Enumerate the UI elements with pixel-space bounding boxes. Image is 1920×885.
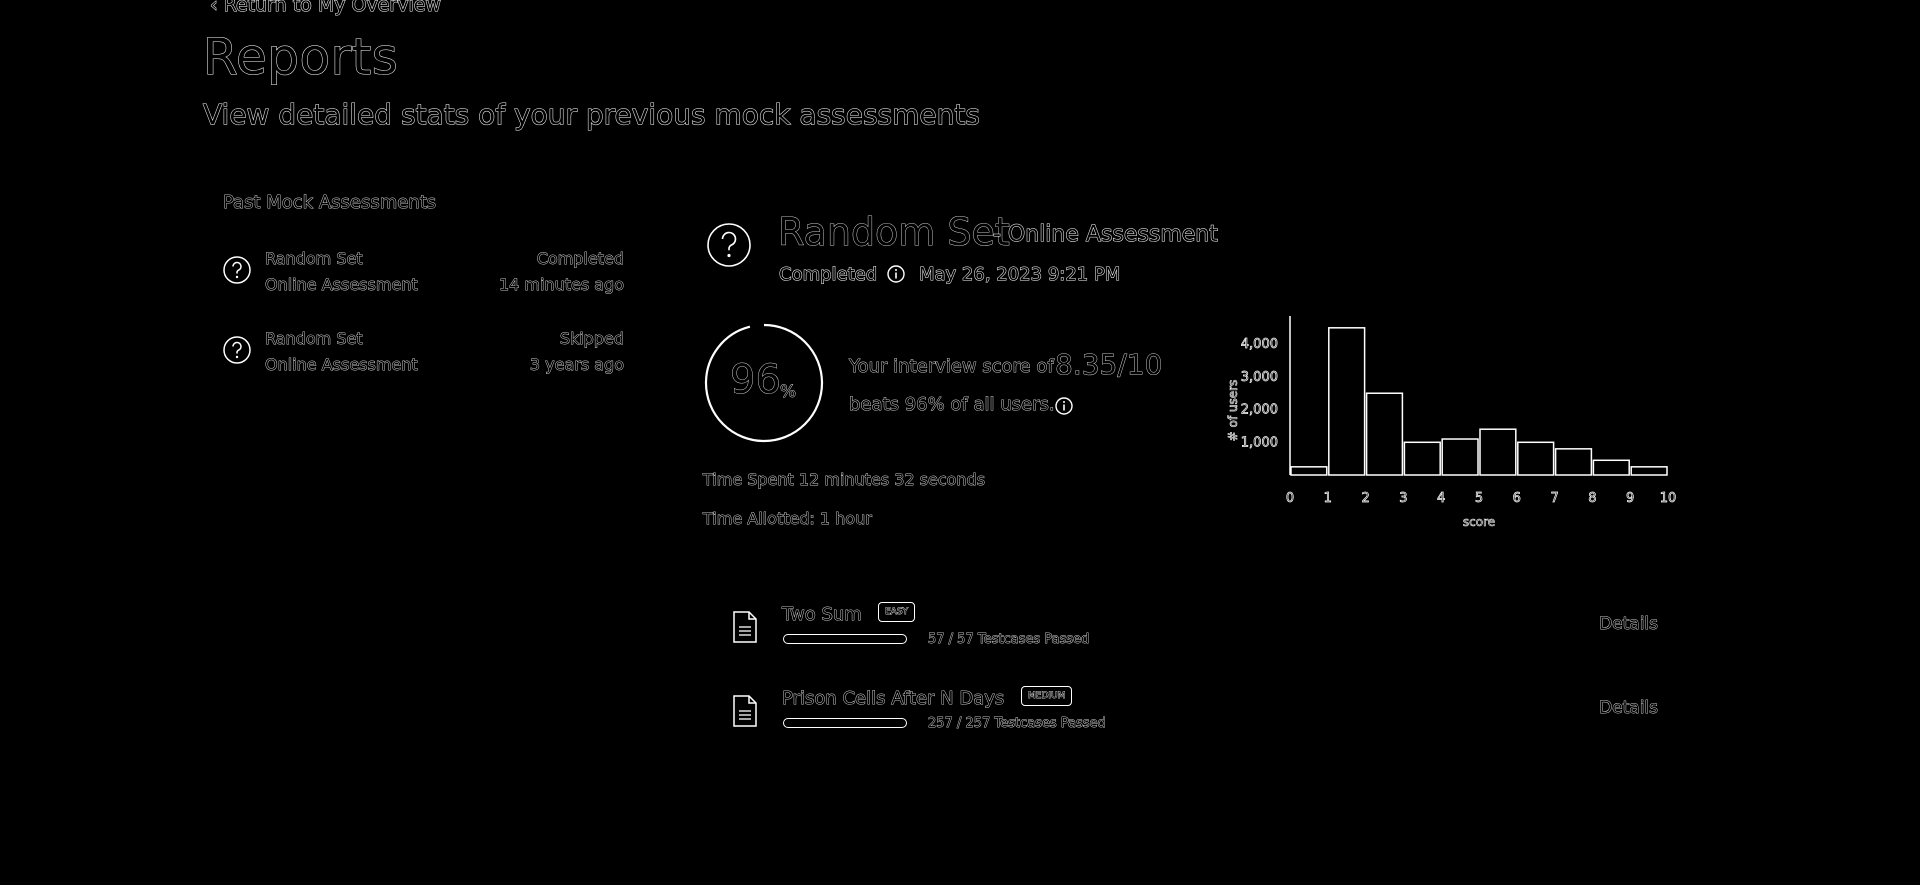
y-tick-label: 2,000 xyxy=(1241,403,1278,418)
details-link[interactable]: Details xyxy=(1599,698,1659,719)
score-percent-sign: % xyxy=(780,382,797,403)
info-circle-icon[interactable] xyxy=(1054,396,1074,416)
histogram-bar xyxy=(1365,392,1404,476)
x-tick-label: 0 xyxy=(1286,491,1294,506)
x-tick-label: 8 xyxy=(1588,491,1596,506)
return-to-overview-link[interactable]: ‹ Return to My Overview xyxy=(210,0,442,17)
past-assessment-item[interactable]: Random Set Online Assessment Completed 1… xyxy=(222,247,624,299)
score-value: 8.35/10 xyxy=(1055,348,1163,382)
difficulty-badge: MEDIUM xyxy=(1021,686,1073,706)
question-circle-icon xyxy=(707,223,751,267)
document-icon xyxy=(733,611,757,643)
difficulty-badge: EASY xyxy=(878,602,916,622)
question-name[interactable]: Prison Cells After N Days xyxy=(782,688,1005,710)
info-circle-icon[interactable] xyxy=(886,264,906,284)
y-tick-label: 1,000 xyxy=(1241,435,1278,450)
details-link[interactable]: Details xyxy=(1599,614,1659,635)
y-tick-label: 4,000 xyxy=(1241,337,1278,352)
x-tick-label: 6 xyxy=(1513,491,1521,506)
assessment-title: Random Set xyxy=(778,210,1011,255)
y-tick-label: 3,000 xyxy=(1241,370,1278,385)
x-tick-label: 7 xyxy=(1550,491,1558,506)
past-assessment-time: 14 minutes ago xyxy=(498,275,625,295)
testcase-progress-bar xyxy=(783,634,907,644)
question-row[interactable]: Two Sum EASY 57 / 57 Testcases Passed De… xyxy=(728,602,1659,664)
document-icon xyxy=(733,695,757,727)
question-circle-icon xyxy=(223,256,251,284)
x-tick-label: 9 xyxy=(1626,491,1634,506)
histogram-bar xyxy=(1479,428,1517,476)
testcase-progress-bar xyxy=(783,718,907,728)
x-tick-label: 2 xyxy=(1361,491,1369,506)
x-axis-label: score xyxy=(1463,515,1495,529)
x-tick-label: 4 xyxy=(1437,491,1445,506)
testcases-passed: 257 / 257 Testcases Passed xyxy=(928,716,1107,732)
past-assessment-type: Online Assessment xyxy=(265,275,418,295)
histogram-bar xyxy=(1328,327,1366,476)
page-title: Reports xyxy=(202,28,399,87)
x-tick-label: 5 xyxy=(1475,491,1483,506)
histogram-bar xyxy=(1441,438,1479,476)
histogram-bar xyxy=(1554,448,1593,476)
question-circle-icon xyxy=(223,336,251,364)
x-tick-label: 3 xyxy=(1399,491,1407,506)
past-assessment-name: Random Set xyxy=(265,249,363,269)
past-assessment-type: Online Assessment xyxy=(265,355,418,375)
time-spent: Time Spent 12 minutes 32 seconds xyxy=(703,470,986,490)
assessment-status: Completed xyxy=(778,264,878,286)
score-description: Your interview score of xyxy=(849,356,1054,378)
question-name[interactable]: Two Sum xyxy=(782,604,863,626)
assessment-date: May 26, 2023 9:21 PM xyxy=(918,264,1121,286)
x-tick-label: 10 xyxy=(1660,491,1677,506)
question-row[interactable]: Prison Cells After N Days MEDIUM 257 / 2… xyxy=(728,686,1659,748)
past-assessment-status: Completed xyxy=(536,249,624,269)
past-assessment-item[interactable]: Random Set Online Assessment Skipped 3 y… xyxy=(222,327,624,379)
histogram-bar xyxy=(1517,441,1555,476)
histogram-bar xyxy=(1630,466,1668,476)
past-assessment-name: Random Set xyxy=(265,329,363,349)
page-subtitle: View detailed stats of your previous moc… xyxy=(203,98,981,132)
x-tick-label: 1 xyxy=(1324,491,1332,506)
y-axis-label: # of users xyxy=(1226,380,1240,442)
past-assessment-time: 3 years ago xyxy=(529,355,624,375)
past-assessments-heading: Past Mock Assessments xyxy=(223,192,437,214)
testcases-passed: 57 / 57 Testcases Passed xyxy=(928,632,1090,648)
score-percentile: 96 xyxy=(730,357,782,404)
score-comparison: beats 96% of all users. xyxy=(849,394,1055,416)
past-assessment-status: Skipped xyxy=(559,329,624,349)
histogram-bar xyxy=(1592,459,1630,476)
histogram-bar xyxy=(1403,441,1441,476)
histogram-bar xyxy=(1290,466,1328,476)
score-distribution-chart: 0 1 2 3 4 5 6 7 8 9 10 1,000 2,000 3,000 4,000 score # o… xyxy=(1226,316,1677,529)
time-allotted: Time Allotted: 1 hour xyxy=(703,509,873,529)
assessment-type: - Online Assessment xyxy=(993,222,1219,248)
